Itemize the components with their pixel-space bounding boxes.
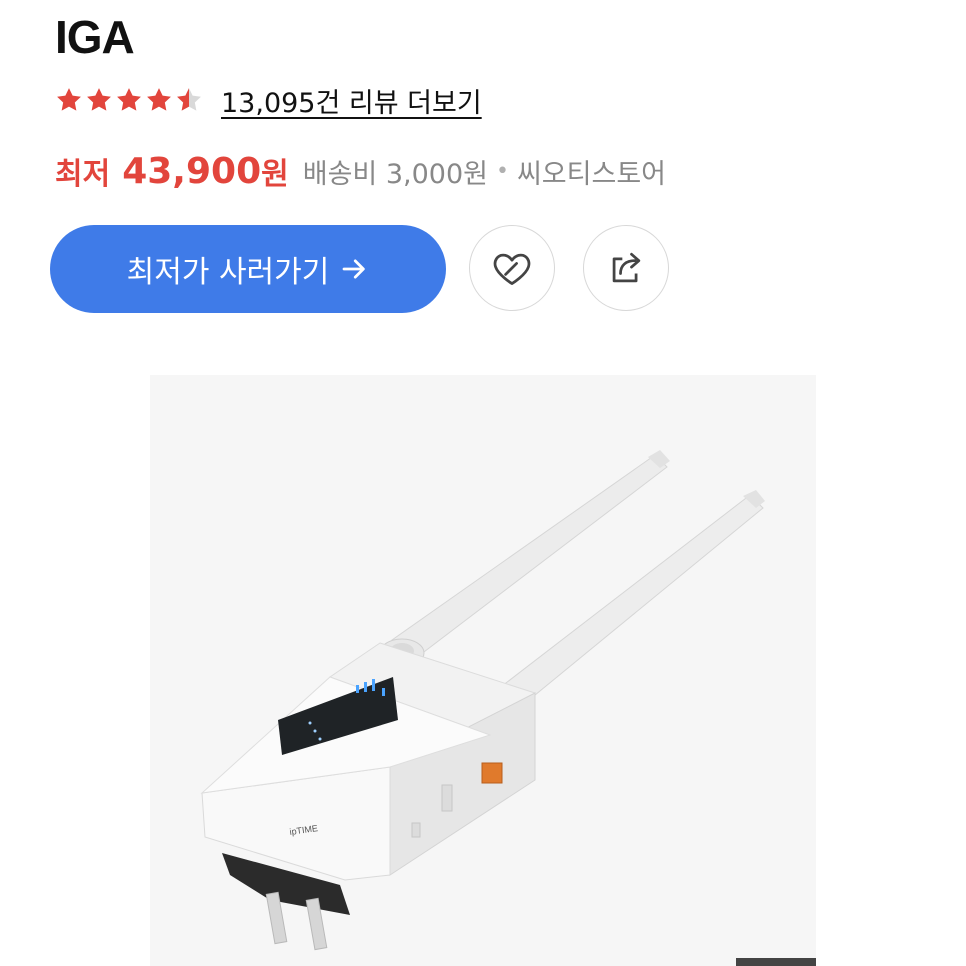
star-icon — [117, 88, 141, 111]
star-icon — [57, 88, 81, 111]
arrow-right-icon — [343, 259, 366, 279]
price-value: 43,900 — [122, 150, 262, 192]
star-half-icon — [177, 88, 201, 111]
buy-lowest-price-button[interactable]: 최저가 사러가기 — [50, 225, 446, 313]
product-image: ipTIME — [150, 375, 816, 966]
star-icon — [87, 88, 111, 111]
share-button[interactable] — [583, 225, 669, 311]
product-title: IGA — [55, 11, 135, 63]
star-icon — [147, 88, 171, 111]
price-row: 최저 43,900 원 배송비 3,000원 • 씨오티스토어 — [55, 145, 666, 197]
separator-dot: • — [495, 158, 509, 184]
wifi-extender-illustration: ipTIME — [150, 375, 816, 966]
share-icon — [612, 252, 641, 283]
buy-button-label: 최저가 사러가기 — [126, 255, 330, 290]
store-name[interactable]: 씨오티스토어 — [517, 152, 666, 191]
star-rating — [55, 86, 203, 114]
heart-icon — [493, 253, 531, 285]
review-link[interactable]: 13,095건 리뷰 더보기 — [221, 81, 482, 120]
price-label: 최저 — [55, 157, 111, 192]
shipping-fee: 배송비 3,000원 — [302, 158, 488, 190]
price-unit: 원 — [261, 157, 289, 192]
overlay-corner — [736, 958, 816, 966]
like-button[interactable] — [469, 225, 555, 311]
rating-row: 13,095건 리뷰 더보기 — [55, 80, 482, 120]
